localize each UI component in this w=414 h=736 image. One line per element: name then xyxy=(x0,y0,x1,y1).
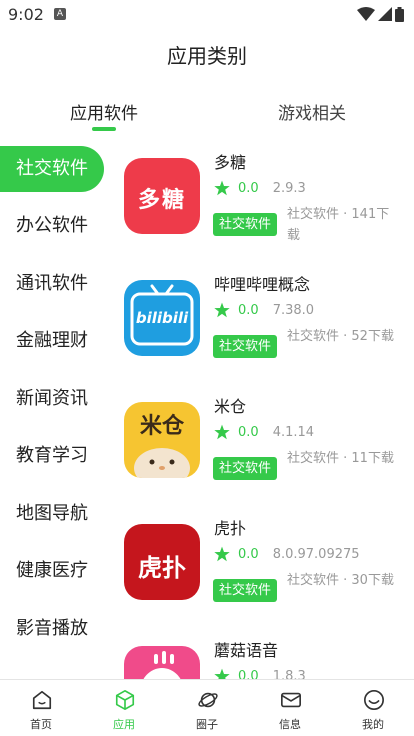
duotang-logo-text: 多糖 xyxy=(137,188,186,213)
star-icon xyxy=(214,180,230,196)
category-badge: 社交软件 xyxy=(213,335,277,358)
sidebar-item-media[interactable]: 影音播放 xyxy=(0,606,104,652)
planet-icon xyxy=(198,692,218,708)
notification-badge: A xyxy=(54,8,66,20)
nav-label: 我的 xyxy=(362,718,384,731)
tab-indicator xyxy=(92,127,116,131)
battery-icon xyxy=(395,6,404,22)
nav-label: 首页 xyxy=(30,718,52,731)
bilibili-logo-text: bilibili xyxy=(135,309,189,327)
app-meta: 社交软件 · 141下载 xyxy=(287,207,390,243)
star-icon xyxy=(214,302,230,318)
sidebar-item-finance[interactable]: 金融理财 xyxy=(0,318,104,364)
app-version: 4.1.14 xyxy=(272,424,315,440)
micang-logo-text: 米仓 xyxy=(139,414,184,439)
star-icon xyxy=(214,424,230,440)
status-bar: 9:02 A xyxy=(0,0,414,28)
duotang-logo[interactable]: 多糖 xyxy=(124,158,200,234)
star-icon xyxy=(214,546,230,562)
app-meta: 社交软件 · 30下载 xyxy=(287,573,394,588)
sidebar-item-maps[interactable]: 地图导航 xyxy=(0,491,104,537)
app-rating: 0.0 xyxy=(238,424,259,440)
app-item-duotang[interactable]: 多糖 多糖 0.0 2.9.3 社交软件 社交软件 · 141下载 xyxy=(110,145,414,267)
nav-label: 应用 xyxy=(113,718,135,731)
app-meta: 社交软件 · 52下载 xyxy=(287,329,394,344)
app-name: 蘑菇语音 xyxy=(214,641,279,660)
status-icons xyxy=(357,6,404,22)
smile-icon xyxy=(364,690,384,710)
app-rating-row: 0.0 7.38.0 xyxy=(214,302,314,318)
hupu-logo[interactable]: 虎扑 xyxy=(124,524,200,600)
nav-label: 圈子 xyxy=(196,718,218,731)
app-version: 8.0.97.09275 xyxy=(272,546,360,562)
home-icon xyxy=(32,690,52,710)
app-list: 多糖 多糖 0.0 2.9.3 社交软件 社交软件 · 141下载 bilibi… xyxy=(110,145,414,680)
sidebar-item-social[interactable]: 社交软件 xyxy=(0,146,104,192)
app-item-bilibili[interactable]: bilibili 哔哩哔哩概念 0.0 7.38.0 社交软件 社交软件 · 5… xyxy=(110,267,414,389)
app-item-mogu[interactable]: 蘑菇语音 0.0 1.8.3 xyxy=(110,633,414,680)
sidebar-item-health[interactable]: 健康医疗 xyxy=(0,548,104,594)
app-name: 虎扑 xyxy=(214,519,247,538)
hamster-icon xyxy=(134,448,190,478)
tab-games[interactable]: 游戏相关 xyxy=(242,99,382,124)
app-name: 米仓 xyxy=(214,397,247,416)
app-meta: 社交软件 · 11下载 xyxy=(287,451,394,466)
category-badge: 社交软件 xyxy=(213,457,277,480)
category-sidebar: 社交软件 办公软件 通讯软件 金融理财 新闻资讯 教育学习 地图导航 健康医疗 … xyxy=(0,145,110,680)
nav-label: 信息 xyxy=(279,718,301,731)
bilibili-logo[interactable]: bilibili xyxy=(124,280,200,356)
status-time: 9:02 xyxy=(8,5,44,24)
nav-circle[interactable]: 圈子 xyxy=(177,680,237,736)
sidebar-item-education[interactable]: 教育学习 xyxy=(0,433,104,479)
hupu-logo-text: 虎扑 xyxy=(138,554,186,582)
sidebar-item-communication[interactable]: 通讯软件 xyxy=(0,261,104,307)
wifi-icon xyxy=(357,7,375,21)
nav-home[interactable]: 首页 xyxy=(11,680,71,736)
app-rating: 0.0 xyxy=(238,180,259,196)
nav-profile[interactable]: 我的 xyxy=(343,680,403,736)
app-name: 哔哩哔哩概念 xyxy=(214,275,311,294)
category-badge: 社交软件 xyxy=(213,579,277,602)
app-version: 7.38.0 xyxy=(272,302,315,318)
mail-icon xyxy=(281,692,301,708)
app-name: 多糖 xyxy=(214,153,247,172)
sidebar-item-office[interactable]: 办公软件 xyxy=(0,203,104,249)
app-rating-row: 0.0 8.0.97.09275 xyxy=(214,546,360,562)
category-badge: 社交软件 xyxy=(213,213,277,236)
mushroom-face-icon xyxy=(142,651,182,680)
page-title: 应用类别 xyxy=(167,44,247,68)
app-item-micang[interactable]: 米仓 米仓 0.0 4.1.14 社交软件 社交软件 · 11下载 xyxy=(110,389,414,511)
bottom-nav: 首页 应用 圈子 信息 我的 xyxy=(0,679,414,736)
app-version: 2.9.3 xyxy=(272,180,306,196)
app-item-hupu[interactable]: 虎扑 虎扑 0.0 8.0.97.09275 社交软件 社交软件 · 30下载 xyxy=(110,511,414,633)
nav-apps[interactable]: 应用 xyxy=(94,680,154,736)
app-rating-row: 0.0 4.1.14 xyxy=(214,424,314,440)
apps-cube-icon xyxy=(115,690,135,710)
app-rating: 0.0 xyxy=(238,302,259,318)
sidebar-item-news[interactable]: 新闻资讯 xyxy=(0,376,104,422)
mogu-logo[interactable] xyxy=(124,646,200,680)
tab-apps[interactable]: 应用软件 xyxy=(34,99,174,124)
nav-messages[interactable]: 信息 xyxy=(260,680,320,736)
micang-logo[interactable]: 米仓 xyxy=(124,402,200,478)
app-rating: 0.0 xyxy=(238,546,259,562)
app-rating-row: 0.0 2.9.3 xyxy=(214,180,306,196)
signal-icon xyxy=(378,7,392,21)
